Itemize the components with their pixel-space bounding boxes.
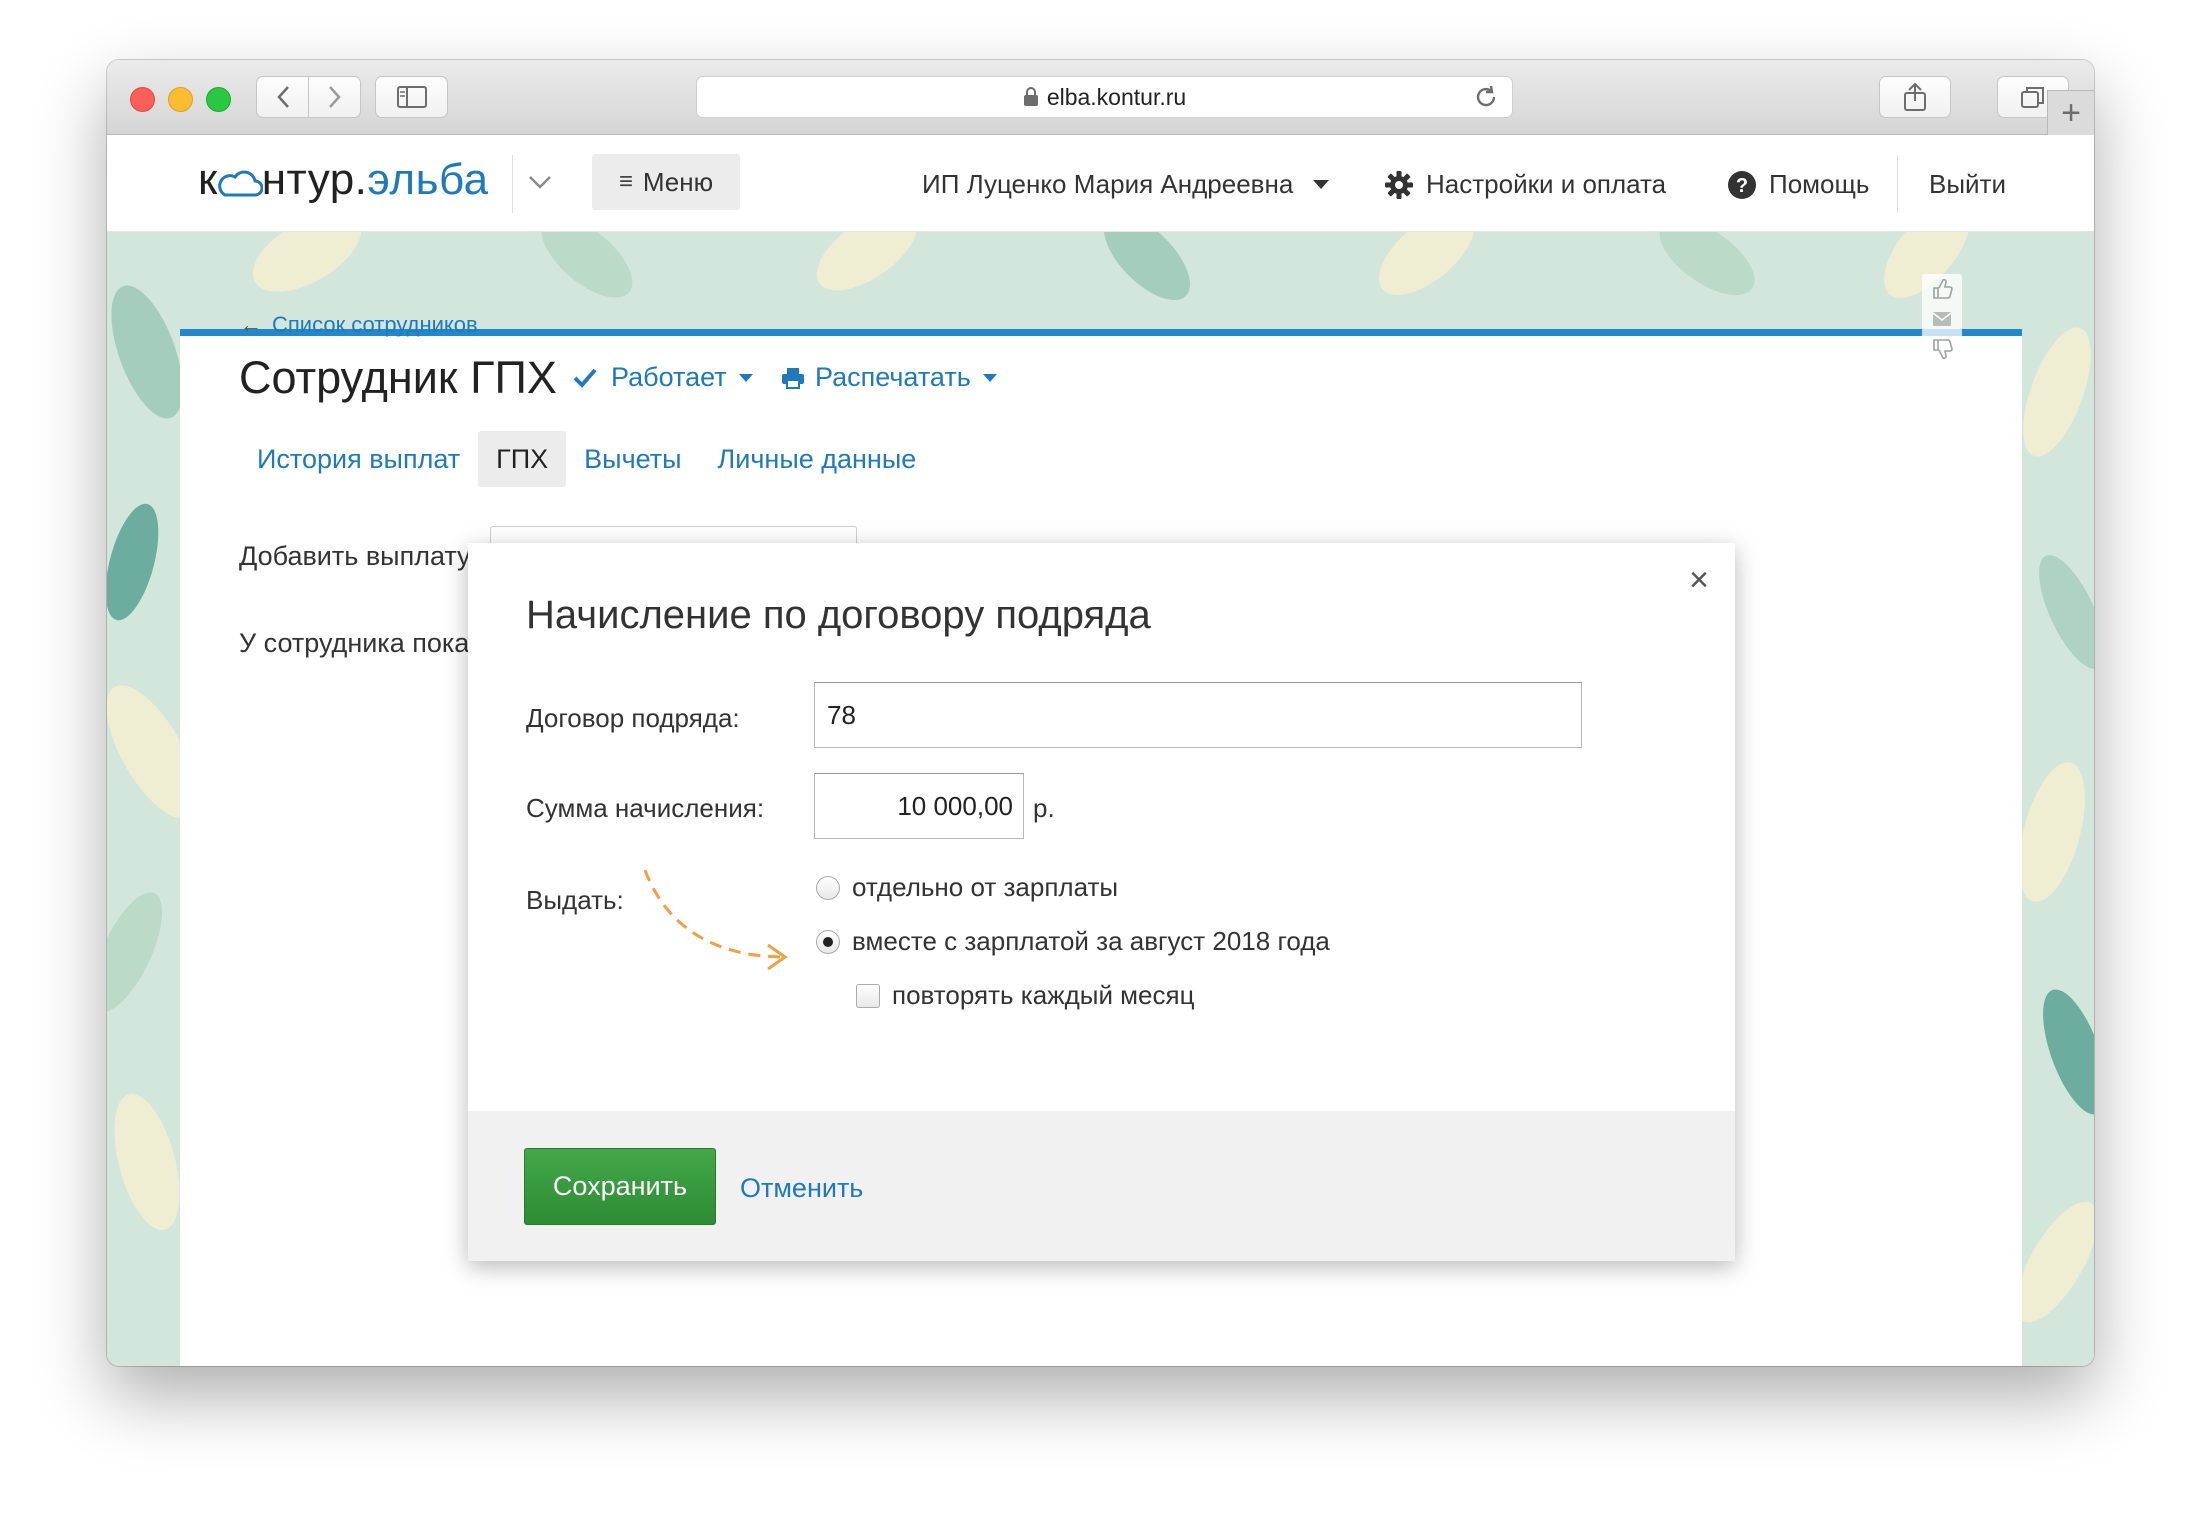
repeat-label: повторять каждый месяц — [892, 980, 1195, 1010]
contract-value: 78 — [827, 699, 856, 730]
repeat-monthly-checkbox[interactable] — [856, 983, 880, 1008]
chevron-down-icon — [529, 176, 551, 189]
employees-list-link[interactable]: ← Список сотрудников — [240, 312, 478, 338]
radio-separately[interactable] — [816, 875, 840, 900]
close-window-button[interactable] — [130, 87, 155, 112]
message-button[interactable] — [1922, 304, 1962, 334]
sidebar-icon — [396, 86, 427, 108]
logo-text-start: к — [198, 155, 218, 204]
print-label: Распечатать — [815, 362, 971, 392]
envelope-icon — [1932, 312, 1952, 326]
lock-icon — [1023, 87, 1038, 106]
menu-label: Меню — [642, 166, 714, 197]
divider — [1897, 155, 1898, 213]
status-label: Работает — [611, 362, 727, 392]
sidebar-toggle-button[interactable] — [375, 76, 448, 118]
help-label: Помощь — [1769, 169, 1870, 199]
app-header: к нтур.эльба ≡ Меню ИП Луценко Мария Андр… — [107, 135, 2094, 232]
share-button[interactable] — [1879, 76, 1951, 118]
dialog-title: Начисление по договору подряда — [526, 593, 1151, 637]
logo-text-end: эльба — [367, 155, 489, 204]
dialog-footer: Сохранить Отменить — [468, 1111, 1735, 1261]
thumbs-up-icon — [1933, 278, 1953, 299]
url-text: elba.kontur.ru — [1046, 83, 1187, 110]
thumbs-up-button[interactable] — [1922, 274, 1962, 304]
cloud-icon — [218, 170, 263, 197]
checkmark-icon — [573, 368, 597, 388]
option-label: вместе с зарплатой за август 2018 года — [852, 926, 1330, 956]
issue-with-salary-option[interactable]: вместе с зарплатой за август 2018 года — [816, 926, 1330, 957]
radio-with-salary[interactable] — [816, 929, 840, 954]
new-tab-button[interactable]: + — [2047, 90, 2094, 135]
tab-deductions[interactable]: Вычеты — [566, 431, 699, 487]
product-switcher-button[interactable] — [527, 165, 553, 204]
caret-down-icon — [1313, 180, 1330, 189]
back-button[interactable] — [257, 77, 309, 117]
gear-icon — [1385, 170, 1413, 199]
option-label: отдельно от зарплаты — [852, 872, 1119, 902]
logout-link[interactable]: Выйти — [1929, 169, 2006, 200]
help-circle-icon: ? — [1728, 170, 1756, 199]
repeat-monthly-option[interactable]: повторять каждый месяц — [856, 980, 1195, 1011]
browser-toolbar: elba.kontur.ru + — [107, 60, 2094, 135]
accrual-dialog: × Начисление по договору подряда Договор… — [468, 543, 1735, 1261]
divider — [512, 155, 513, 213]
chevron-left-icon — [276, 86, 289, 108]
employee-tabs: История выплат ГПХ Вычеты Личные данные — [239, 431, 934, 487]
add-payment-label: Добавить выплату: — [239, 541, 479, 571]
cancel-button[interactable]: Отменить — [740, 1173, 863, 1204]
logout-label: Выйти — [1929, 169, 2006, 199]
close-icon[interactable]: × — [1689, 561, 1709, 600]
share-icon — [1904, 82, 1926, 111]
arrow-left-icon: ← — [240, 312, 262, 337]
minimize-window-button[interactable] — [168, 87, 193, 112]
contract-label: Договор подряда: — [526, 703, 740, 733]
tab-gph[interactable]: ГПХ — [478, 431, 567, 487]
currency-label: р. — [1033, 793, 1055, 823]
address-bar[interactable]: elba.kontur.ru — [696, 76, 1513, 118]
thumbs-down-icon — [1933, 339, 1953, 360]
reload-icon[interactable] — [1472, 83, 1500, 111]
history-nav — [256, 76, 361, 118]
sum-value: 10 000,00 — [897, 790, 1013, 821]
annotation-arrow-icon — [643, 869, 788, 971]
status-dropdown[interactable]: Работает — [573, 362, 753, 393]
user-name: ИП Луценко Мария Андреевна — [922, 169, 1294, 199]
sum-field[interactable]: 10 000,00 — [814, 773, 1024, 839]
settings-link[interactable]: Настройки и оплата — [1384, 169, 1666, 200]
save-button[interactable]: Сохранить — [524, 1148, 716, 1225]
tab-personal-data[interactable]: Личные данные — [700, 431, 935, 487]
menu-button[interactable]: ≡ Меню — [592, 154, 740, 210]
tab-payment-history[interactable]: История выплат — [239, 431, 478, 487]
kontur-elba-logo[interactable]: к нтур.эльба — [198, 155, 489, 205]
feedback-widget — [1922, 274, 1962, 374]
chevron-right-icon — [328, 86, 341, 108]
logo-text-mid: нтур. — [261, 155, 368, 204]
zoom-window-button[interactable] — [206, 87, 231, 112]
help-link[interactable]: ? Помощь — [1727, 169, 1869, 200]
svg-text:?: ? — [1736, 175, 1748, 197]
tabs-icon — [2021, 87, 2044, 108]
page-title: Сотрудник ГПХ — [239, 352, 557, 403]
caret-down-icon — [738, 373, 753, 382]
sum-label: Сумма начисления: — [526, 793, 765, 823]
print-dropdown[interactable]: Распечатать — [781, 362, 997, 393]
settings-label: Настройки и оплата — [1426, 169, 1667, 199]
caret-down-icon — [982, 373, 997, 382]
user-account-dropdown[interactable]: ИП Луценко Мария Андреевна — [922, 169, 1330, 200]
forward-button[interactable] — [309, 77, 360, 117]
printer-icon — [782, 367, 804, 389]
thumbs-down-button[interactable] — [1922, 334, 1962, 364]
back-link-label: Список сотрудников — [272, 312, 478, 337]
no-payments-text: У сотрудника пока — [239, 628, 470, 658]
contract-field[interactable]: 78 — [814, 682, 1582, 748]
issue-label: Выдать: — [526, 885, 624, 915]
issue-separately-option[interactable]: отдельно от зарплаты — [816, 872, 1118, 903]
hamburger-icon: ≡ — [618, 168, 633, 195]
plus-icon: + — [2061, 93, 2081, 132]
